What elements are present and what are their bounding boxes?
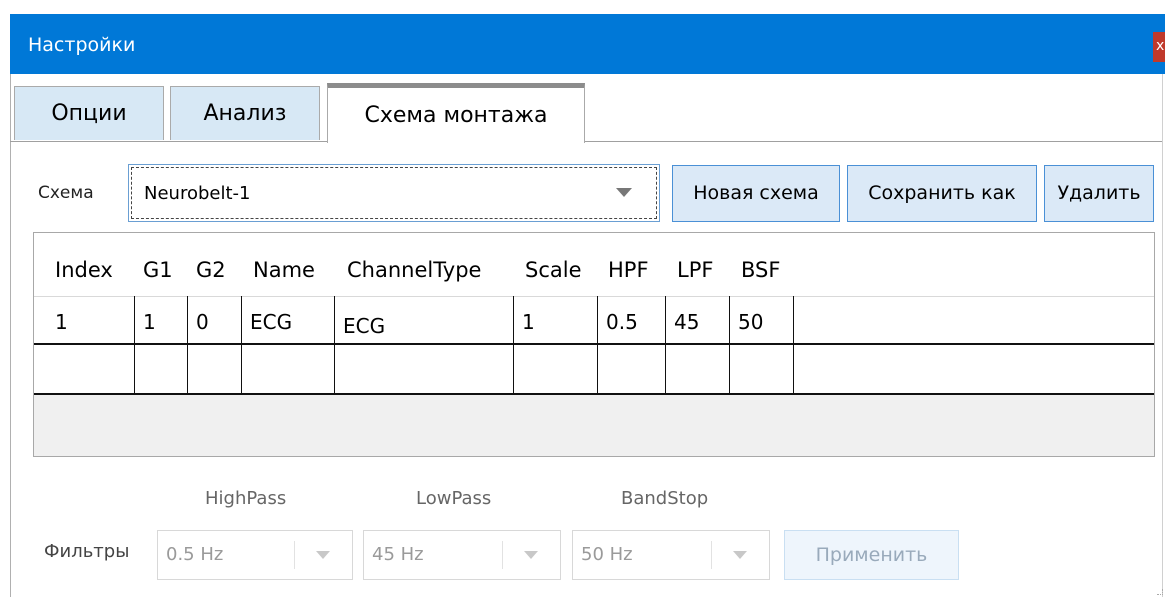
- scheme-select-value: Neurobelt-1: [144, 183, 251, 204]
- cell-hpf[interactable]: 0.5: [606, 310, 638, 334]
- resize-grip-icon[interactable]: [1157, 589, 1163, 595]
- cell-divider: [134, 296, 135, 395]
- lowpass-value: 45 Hz: [372, 544, 424, 565]
- column-header-bsf[interactable]: BSF: [741, 246, 780, 294]
- tab-montage-scheme[interactable]: Схема монтажа: [327, 83, 585, 143]
- header-divider: [34, 296, 1154, 297]
- cell-divider: [241, 296, 242, 395]
- column-header-g1[interactable]: G1: [143, 246, 173, 294]
- column-header-g2[interactable]: G2: [196, 246, 226, 294]
- tab-strip-divider: [10, 141, 1162, 142]
- bandstop-label: BandStop: [621, 488, 709, 509]
- cell-index[interactable]: 1: [55, 310, 68, 334]
- title-bar: Настройки x: [10, 14, 1165, 74]
- tab-options[interactable]: Опции: [14, 86, 164, 140]
- bandstop-select[interactable]: 50 Hz: [572, 530, 770, 580]
- tab-analysis[interactable]: Анализ: [170, 86, 320, 140]
- delete-button[interactable]: Удалить: [1044, 165, 1154, 222]
- lowpass-label: LowPass: [416, 488, 492, 509]
- filters-label: Фильтры: [44, 541, 130, 562]
- highpass-select[interactable]: 0.5 Hz: [157, 530, 353, 580]
- cell-g2[interactable]: 0: [196, 310, 209, 334]
- cell-divider: [729, 296, 730, 395]
- highpass-label: HighPass: [205, 488, 287, 509]
- cell-divider: [793, 296, 794, 395]
- scheme-select-focus: Neurobelt-1: [131, 167, 657, 219]
- row-separator: [34, 343, 1154, 345]
- cell-lpf[interactable]: 45: [674, 310, 699, 334]
- cell-g1[interactable]: 1: [143, 310, 156, 334]
- column-header-index[interactable]: Index: [55, 246, 113, 294]
- chevron-down-icon: [524, 551, 538, 559]
- row-separator: [34, 393, 1154, 395]
- column-header-lpf[interactable]: LPF: [677, 246, 713, 294]
- cell-scale[interactable]: 1: [522, 310, 535, 334]
- chevron-down-icon: [316, 551, 330, 559]
- window-title: Настройки: [28, 34, 136, 56]
- cell-name[interactable]: ECG: [250, 310, 292, 334]
- grid-empty-area: [34, 395, 1154, 456]
- select-divider: [294, 541, 295, 569]
- close-button[interactable]: x: [1153, 32, 1165, 62]
- scheme-label: Схема: [38, 183, 94, 203]
- select-divider: [502, 541, 503, 569]
- cell-divider: [187, 296, 188, 395]
- cell-channeltype[interactable]: ECG: [343, 314, 385, 338]
- cell-divider: [665, 296, 666, 395]
- cell-bsf[interactable]: 50: [738, 310, 763, 334]
- chevron-down-icon: [733, 551, 747, 559]
- new-scheme-button[interactable]: Новая схема: [672, 165, 840, 222]
- column-header-channeltype[interactable]: ChannelType: [347, 246, 481, 294]
- apply-button[interactable]: Применить: [784, 530, 959, 580]
- scheme-select[interactable]: Neurobelt-1: [128, 164, 660, 222]
- column-header-scale[interactable]: Scale: [525, 246, 582, 294]
- window-right-border: [1162, 74, 1163, 597]
- cell-divider: [597, 296, 598, 395]
- column-header-name[interactable]: Name: [253, 246, 315, 294]
- chevron-down-icon[interactable]: [616, 188, 632, 197]
- lowpass-select[interactable]: 45 Hz: [363, 530, 561, 580]
- column-header-hpf[interactable]: HPF: [608, 246, 649, 294]
- bandstop-value: 50 Hz: [581, 544, 633, 565]
- save-as-button[interactable]: Сохранить как: [847, 165, 1037, 222]
- cell-divider: [513, 296, 514, 395]
- select-divider: [711, 541, 712, 569]
- cell-divider: [334, 296, 335, 395]
- highpass-value: 0.5 Hz: [166, 544, 224, 565]
